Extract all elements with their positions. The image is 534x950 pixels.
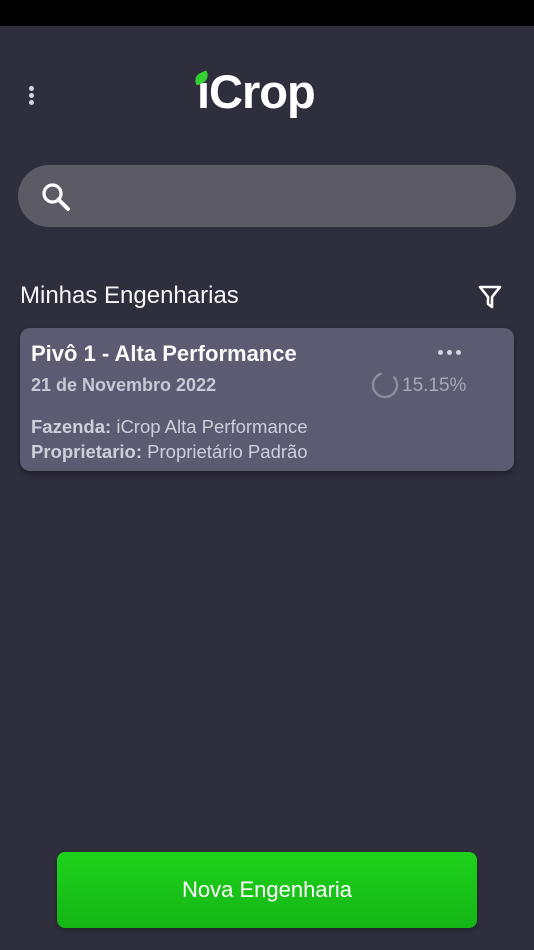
- search-input[interactable]: [88, 165, 502, 229]
- search-bar[interactable]: [18, 165, 516, 229]
- search-icon: [42, 183, 70, 211]
- card-date: 21 de Novembro 2022: [31, 375, 217, 395]
- card-farm-row: Fazenda: iCrop Alta Performance: [31, 416, 308, 438]
- card-owner-row: Proprietario: Proprietário Padrão: [31, 441, 308, 463]
- progress-percent: 15.15%: [402, 375, 467, 396]
- more-horizontal-icon[interactable]: [438, 350, 462, 358]
- filter-icon[interactable]: [478, 284, 502, 310]
- owner-value: Proprietário Padrão: [147, 441, 308, 462]
- farm-value: iCrop Alta Performance: [116, 416, 308, 437]
- more-vertical-icon[interactable]: [22, 80, 42, 112]
- section-title: Minhas Engenharias: [20, 282, 239, 309]
- owner-label: Proprietario:: [31, 441, 143, 462]
- card-title: Pivô 1 - Alta Performance: [31, 341, 297, 366]
- engineering-card[interactable]: Pivô 1 - Alta Performance 21 de Novembro…: [20, 328, 514, 471]
- logo-text: iCrop: [197, 65, 316, 118]
- status-bar: [0, 0, 534, 26]
- new-engineering-button[interactable]: Nova Engenharia: [57, 852, 477, 928]
- progress-spinner-icon: [371, 371, 399, 399]
- farm-label: Fazenda:: [31, 416, 112, 437]
